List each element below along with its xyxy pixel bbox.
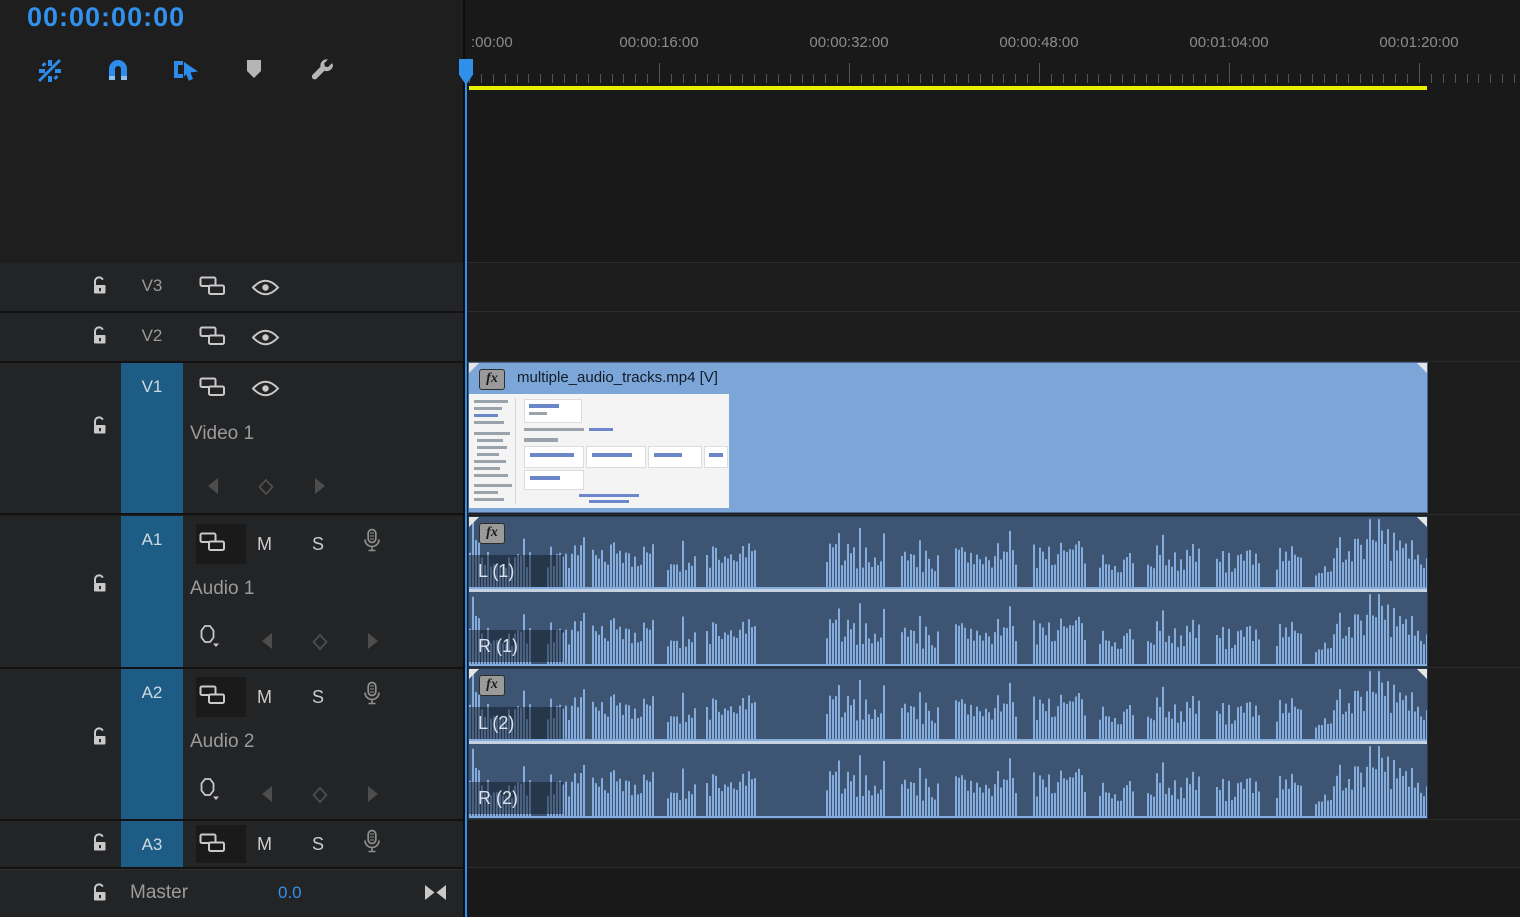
track-header-a1: A1 M S Audio 1	[0, 516, 463, 667]
track-targeting-icon[interactable]	[199, 377, 226, 403]
mute-track-button[interactable]: M	[257, 534, 272, 555]
lock-icon[interactable]	[91, 727, 108, 752]
audio-clip-1[interactable]: fx L (1) R (1)	[469, 517, 1427, 666]
clip-start-fold	[469, 669, 479, 679]
track-targeting-icon[interactable]	[199, 833, 226, 859]
track-label-a3: A3	[142, 835, 163, 855]
voiceover-record-mic-icon[interactable]	[362, 681, 382, 716]
add-remove-keyframe-icon[interactable]	[311, 633, 329, 656]
solo-track-button[interactable]: S	[312, 834, 324, 855]
source-patch-a2[interactable]: A2	[121, 669, 183, 819]
lock-icon[interactable]	[91, 276, 108, 301]
clip-end-fold	[1417, 669, 1427, 679]
work-area-bar[interactable]	[469, 86, 1427, 90]
fx-badge: fx	[479, 675, 505, 696]
voiceover-record-mic-icon[interactable]	[362, 528, 382, 563]
master-level-value[interactable]: 0.0	[278, 883, 302, 903]
channel-label: L (2)	[469, 707, 563, 739]
show-master-keyframes-icon[interactable]	[424, 883, 447, 907]
snap-icon[interactable]	[104, 57, 132, 85]
playhead-line	[465, 83, 467, 917]
clip-end-fold	[1417, 363, 1427, 373]
channel-label: L (1)	[469, 555, 563, 587]
lock-icon[interactable]	[91, 883, 108, 908]
ruler-timecode-label: 00:01:04:00	[1189, 34, 1268, 51]
track-name-audio2[interactable]: Audio 2	[190, 731, 254, 753]
show-keyframes-icon[interactable]	[199, 777, 223, 806]
ruler-timecode-label: 00:01:20:00	[1379, 34, 1458, 51]
fx-badge: fx	[479, 369, 505, 390]
track-label-v3[interactable]: V3	[121, 276, 183, 296]
linked-selection-icon[interactable]	[172, 57, 200, 85]
track-label-a2: A2	[142, 683, 163, 703]
audio-channel-lane: R (2)	[469, 744, 1427, 818]
track-header-a2: A2 M S Audio 2	[0, 669, 463, 819]
video-clip-name: multiple_audio_tracks.mp4 [V]	[517, 369, 718, 386]
add-remove-keyframe-icon[interactable]	[257, 478, 275, 501]
ruler-timecode-label: 00:00:16:00	[619, 34, 698, 51]
solo-track-button[interactable]: S	[312, 534, 324, 555]
clip-thumbnail	[469, 394, 729, 508]
track-targeting-icon[interactable]	[199, 532, 226, 558]
go-to-previous-keyframe-icon[interactable]	[205, 476, 221, 501]
voiceover-record-mic-icon[interactable]	[362, 829, 382, 864]
toggle-track-output-eye-icon[interactable]	[251, 278, 280, 302]
show-keyframes-icon[interactable]	[199, 624, 223, 653]
go-to-next-keyframe-icon[interactable]	[312, 476, 328, 501]
clip-start-fold	[469, 363, 479, 373]
ruler-timecode-label: :00:00	[471, 34, 513, 51]
add-remove-keyframe-icon[interactable]	[311, 786, 329, 809]
track-header-a3: A3 M S	[0, 821, 463, 867]
timeline-panel: 00:00:00:00	[0, 0, 1520, 917]
track-header-v1: V1 Video 1	[0, 363, 463, 513]
toggle-track-output-eye-icon[interactable]	[251, 328, 280, 352]
channel-label: R (2)	[469, 782, 563, 814]
audio-clip-2[interactable]: fx L (2) R (2)	[469, 669, 1427, 818]
source-patch-a1[interactable]: A1	[121, 516, 183, 667]
nest-toggle-icon[interactable]	[36, 57, 64, 85]
mute-track-button[interactable]: M	[257, 834, 272, 855]
lock-icon[interactable]	[91, 416, 108, 441]
track-name-audio1[interactable]: Audio 1	[190, 578, 254, 600]
audio-channel-lane: L (1)	[469, 517, 1427, 589]
clip-start-fold	[469, 517, 479, 527]
go-to-previous-keyframe-icon[interactable]	[259, 784, 275, 809]
track-label-v2[interactable]: V2	[121, 326, 183, 346]
add-marker-icon[interactable]	[243, 57, 271, 85]
source-patch-a3[interactable]: A3	[121, 821, 183, 867]
timeline-settings-icon[interactable]	[308, 57, 336, 85]
track-label-master: Master	[130, 882, 188, 904]
track-name-video1[interactable]: Video 1	[190, 423, 254, 445]
track-header-v3: V3	[0, 263, 463, 311]
track-targeting-icon[interactable]	[199, 685, 226, 711]
audio-channel-lane: L (2)	[469, 669, 1427, 741]
toggle-track-output-eye-icon[interactable]	[251, 379, 280, 403]
playhead-timecode[interactable]: 00:00:00:00	[27, 2, 185, 33]
track-label-v1: V1	[142, 377, 163, 397]
go-to-previous-keyframe-icon[interactable]	[259, 631, 275, 656]
source-patch-v1[interactable]: V1	[121, 363, 183, 513]
track-targeting-icon[interactable]	[199, 326, 226, 352]
track-header-v2: V2	[0, 313, 463, 361]
channel-label: R (1)	[469, 630, 563, 662]
lock-icon[interactable]	[91, 574, 108, 599]
track-header-master: Master 0.0	[0, 869, 463, 917]
audio-channel-lane: R (1)	[469, 592, 1427, 666]
track-label-a1: A1	[142, 530, 163, 550]
timeline-track-area: :00:00 00:00:16:00 00:00:32:00 00:00:48:00 0…	[463, 0, 1520, 917]
video-clip[interactable]: fx multiple_audio_tracks.mp4 [V]	[469, 363, 1427, 512]
mute-track-button[interactable]: M	[257, 687, 272, 708]
track-header-panel: 00:00:00:00	[0, 0, 463, 917]
clip-end-fold	[1417, 517, 1427, 527]
fx-badge: fx	[479, 523, 505, 544]
track-targeting-icon[interactable]	[199, 276, 226, 302]
ruler-timecode-label: 00:00:48:00	[999, 34, 1078, 51]
ruler-timecode-label: 00:00:32:00	[809, 34, 888, 51]
solo-track-button[interactable]: S	[312, 687, 324, 708]
lock-icon[interactable]	[91, 326, 108, 351]
go-to-next-keyframe-icon[interactable]	[365, 631, 381, 656]
go-to-next-keyframe-icon[interactable]	[365, 784, 381, 809]
lock-icon[interactable]	[91, 833, 108, 858]
